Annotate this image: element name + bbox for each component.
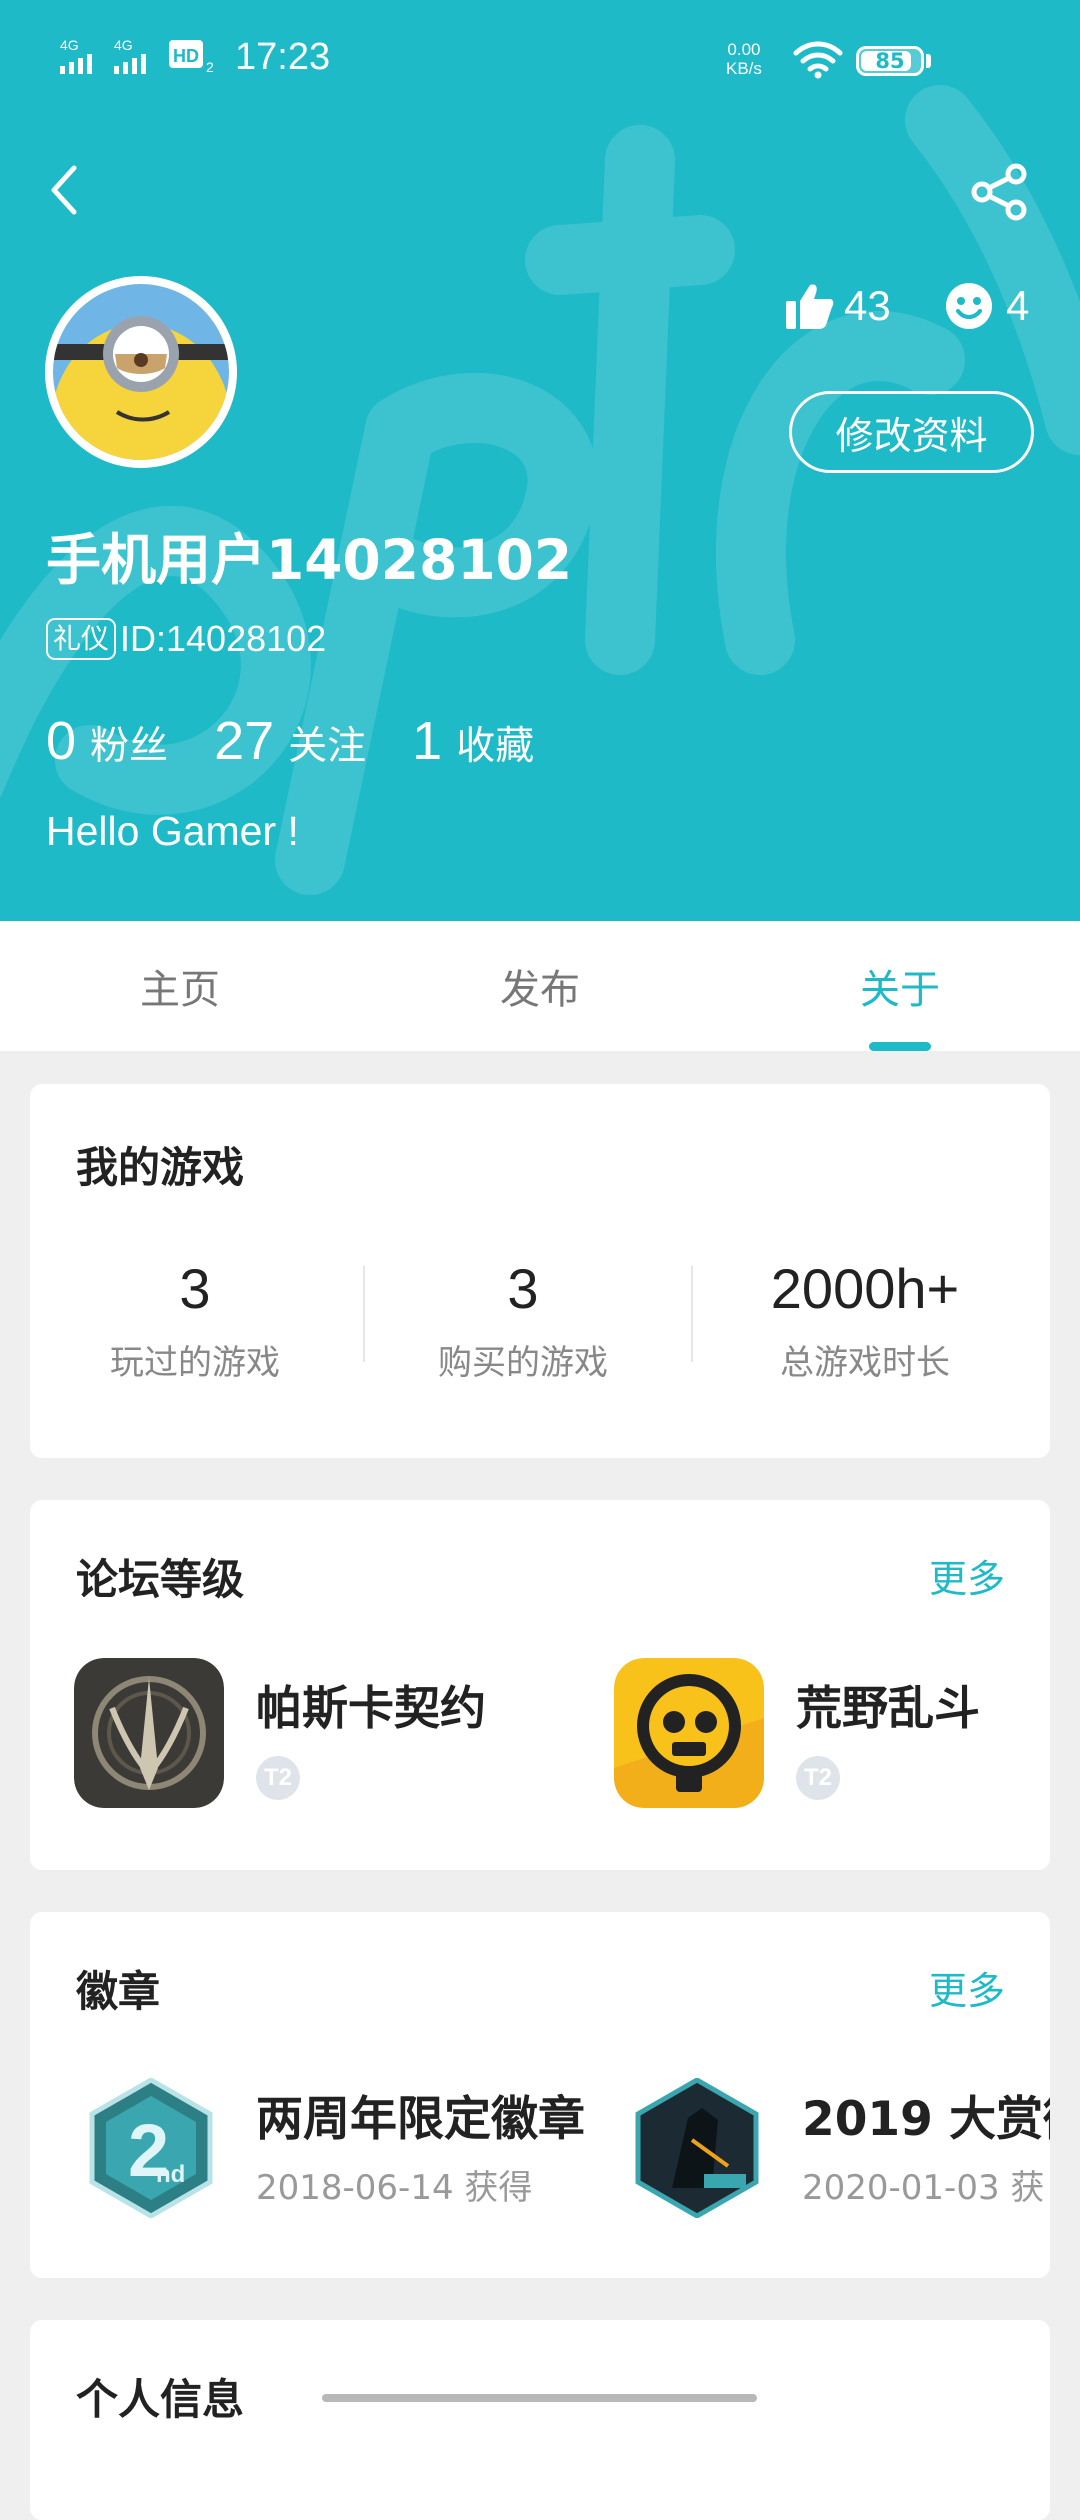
following-label[interactable]: 关注 xyxy=(288,715,366,771)
share-icon xyxy=(971,163,1027,221)
hd-label: HD xyxy=(173,46,199,66)
smiles-count: 4 xyxy=(1006,282,1030,329)
tab-home[interactable]: 主页 xyxy=(0,921,360,1051)
pascal-contract-game-icon xyxy=(74,1658,224,1808)
share-button[interactable] xyxy=(968,162,1032,222)
signal-icon: 4G xyxy=(60,38,92,74)
games-purchased-label: 购买的游戏 xyxy=(438,1343,608,1383)
my-games-card: 我的游戏 3 玩过的游戏 3 购买的游戏 2000h+ 总游戏时长 xyxy=(30,1084,1050,1458)
following-count[interactable]: 27 xyxy=(214,710,274,772)
profile-tabs: 主页 发布 关于 xyxy=(0,921,1080,1051)
game-awards-badge-icon xyxy=(635,2078,759,2218)
games-played-label: 玩过的游戏 xyxy=(110,1343,280,1383)
active-tab-indicator xyxy=(869,1042,931,1051)
personal-info-card: 个人信息 xyxy=(30,2320,1050,2520)
back-button[interactable] xyxy=(40,160,90,220)
game-name: 帕斯卡契约 xyxy=(256,1681,486,1735)
network-speed-value: 0.00 xyxy=(727,40,761,59)
etiquette-badge[interactable]: 礼仪 xyxy=(46,618,117,660)
tab-posts[interactable]: 发布 xyxy=(360,921,720,1051)
thumbs-up-icon xyxy=(786,284,834,329)
badges-card: 徽章 更多 2 nd 两周年限定徽章 2018-06-14 获得 2019 大赏… xyxy=(30,1912,1050,2278)
badges-more-link[interactable]: 更多 xyxy=(929,1960,1005,2015)
svg-text:nd: nd xyxy=(156,2161,185,2188)
games-purchased-stat[interactable]: 3 购买的游戏 xyxy=(358,1256,688,1384)
smiles-counter[interactable]: 4 xyxy=(946,276,1029,336)
playtime-total: 2000h+ xyxy=(770,1257,960,1320)
signal-label-1: 4G xyxy=(60,38,79,53)
follow-stats: 0 粉丝 27 关注 1 收藏 xyxy=(46,710,580,772)
network-speed: 0.00 KB/s xyxy=(726,40,762,78)
badges-title: 徽章 xyxy=(76,1967,161,2016)
hd-icon: HD 2 xyxy=(169,40,214,75)
personal-info-title: 个人信息 xyxy=(76,2375,245,2424)
badge-date: 2020-01-03 获 xyxy=(802,2168,1045,2208)
signal-label-2: 4G xyxy=(114,38,133,53)
user-bio: Hello Gamer ! xyxy=(46,808,299,854)
network-speed-unit: KB/s xyxy=(726,59,762,78)
stat-divider xyxy=(691,1266,693,1362)
playtime-label: 总游戏时长 xyxy=(780,1343,950,1383)
signal-icon-2: 4G xyxy=(114,38,146,74)
badge-name: 2019 大赏徽 xyxy=(802,2092,1050,2147)
favorites-label[interactable]: 收藏 xyxy=(456,715,534,771)
chevron-left-icon xyxy=(51,165,77,215)
fans-label[interactable]: 粉丝 xyxy=(90,715,168,771)
svg-text:2: 2 xyxy=(206,59,214,75)
fans-count[interactable]: 0 xyxy=(46,710,76,772)
forum-level-title: 论坛等级 xyxy=(76,1555,245,1604)
badge-name: 两周年限定徽章 xyxy=(256,2092,585,2147)
games-played-count: 3 xyxy=(179,1257,211,1320)
edit-profile-button[interactable]: 修改资料 xyxy=(789,391,1034,473)
home-indicator[interactable] xyxy=(322,2394,757,2402)
games-played-stat[interactable]: 3 玩过的游戏 xyxy=(30,1256,360,1384)
wifi-icon xyxy=(793,41,843,79)
game-name: 荒野乱斗 xyxy=(796,1681,980,1735)
likes-counter[interactable]: 43 xyxy=(786,276,891,336)
level-badge: T2 xyxy=(256,1756,300,1800)
tab-about[interactable]: 关于 xyxy=(720,921,1080,1051)
favorites-count[interactable]: 1 xyxy=(412,710,442,772)
level-badge: T2 xyxy=(796,1756,840,1800)
forum-level-card: 论坛等级 更多 帕斯卡契约 T2 荒野乱斗 T2 xyxy=(30,1500,1050,1870)
smile-icon xyxy=(946,283,992,329)
profile-header: 4G 4G HD 2 17:23 0.00 KB/s 85 43 4 修改资料 … xyxy=(0,0,1080,921)
status-bar: 4G 4G HD 2 17:23 0.00 KB/s 85 xyxy=(0,0,1080,124)
likes-count: 43 xyxy=(844,282,891,329)
games-purchased-count: 3 xyxy=(507,1257,539,1320)
battery-indicator: 85 xyxy=(856,46,924,76)
playtime-stat[interactable]: 2000h+ 总游戏时长 xyxy=(700,1256,1030,1384)
avatar[interactable] xyxy=(45,276,237,524)
avatar-image xyxy=(51,284,231,524)
battery-level: 85 xyxy=(875,49,905,73)
status-time: 17:23 xyxy=(235,36,331,78)
forum-level-more-link[interactable]: 更多 xyxy=(929,1548,1005,1603)
user-id-row: 礼仪 ID:14028102 xyxy=(46,618,326,660)
user-id: ID:14028102 xyxy=(120,618,327,659)
battery-tip xyxy=(926,54,931,68)
my-games-title: 我的游戏 xyxy=(76,1143,245,1192)
username: 手机用户14028102 xyxy=(46,528,573,592)
anniversary-badge-icon: 2 nd xyxy=(89,2078,213,2218)
brawl-stars-game-icon xyxy=(614,1658,764,1808)
badge-date: 2018-06-14 获得 xyxy=(256,2168,533,2208)
